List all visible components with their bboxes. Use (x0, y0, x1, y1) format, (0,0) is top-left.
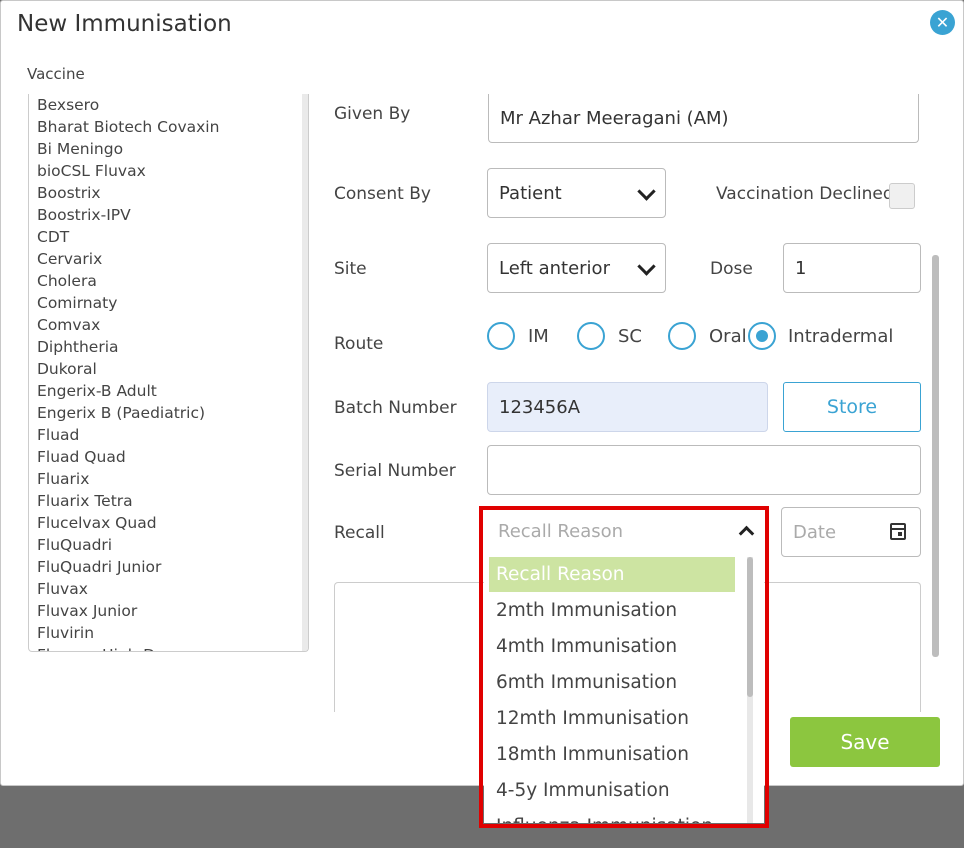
recall-label: Recall (334, 523, 385, 543)
chevron-down-icon (637, 257, 656, 276)
vaccine-list-item[interactable]: Dukoral (37, 358, 308, 380)
vaccine-list-item[interactable]: Boostrix (37, 182, 308, 204)
dose-label: Dose (710, 259, 753, 279)
vaccine-list-item[interactable]: FluQuadri (37, 534, 308, 556)
vaccine-list-item[interactable]: Cervarix (37, 248, 308, 270)
route-option-im: IM (528, 326, 549, 347)
vaccine-list-item[interactable]: Comirnaty (37, 292, 308, 314)
recall-option[interactable]: 18mth Immunisation (489, 737, 735, 772)
vaccine-list-item[interactable]: Bharat Biotech Covaxin (37, 116, 308, 138)
vaccine-list-item[interactable]: bioCSL Fluvax (37, 160, 308, 182)
store-button[interactable]: Store (783, 382, 921, 432)
route-radio-intradermal[interactable] (748, 322, 776, 350)
recall-option[interactable]: 4mth Immunisation (489, 629, 735, 664)
vaccine-list-item[interactable]: Boostrix-IPV (37, 204, 308, 226)
vaccine-list-item[interactable]: Fluzone High-Dose (37, 644, 308, 651)
dose-field[interactable]: 1 (783, 243, 921, 293)
dose-value: 1 (795, 257, 807, 279)
route-option-intradermal: Intradermal (788, 326, 894, 347)
route-option-sc: SC (618, 326, 642, 347)
vaccine-list-item[interactable]: Engerix-B Adult (37, 380, 308, 402)
vaccine-list-item[interactable]: Diphtheria (37, 336, 308, 358)
vaccination-declined-checkbox[interactable] (889, 183, 915, 209)
vaccine-list-item[interactable]: Fluvirin (37, 622, 308, 644)
vaccine-list-item[interactable]: Engerix B (Paediatric) (37, 402, 308, 424)
recall-reason-select[interactable]: Recall Reason (484, 511, 764, 551)
vaccine-list-item[interactable]: Fluvax Junior (37, 600, 308, 622)
vaccine-label: Vaccine (27, 65, 85, 83)
recall-reason-placeholder: Recall Reason (498, 520, 624, 542)
vaccine-list-item[interactable]: Fluad (37, 424, 308, 446)
given-by-label: Given By (334, 104, 411, 124)
site-label: Site (334, 259, 367, 279)
recall-menu-scrollbar-thumb[interactable] (747, 557, 753, 697)
recall-option[interactable]: 2mth Immunisation (489, 593, 735, 628)
recall-date-placeholder: Date (793, 521, 837, 543)
given-by-value: Mr Azhar Meeragani (AM) (500, 107, 729, 129)
vaccine-list-item[interactable]: Fluarix Tetra (37, 490, 308, 512)
recall-reason-menu: Recall Reason 2mth Immunisation 4mth Immun… (484, 551, 764, 823)
chevron-up-icon (738, 525, 755, 542)
serial-number-field[interactable] (487, 445, 921, 495)
form-scrollbar-thumb[interactable] (932, 255, 939, 657)
vaccine-list[interactable]: Bexsero Bharat Biotech Covaxin Bi Meningo b… (28, 94, 309, 652)
site-value: Left anterior (499, 257, 610, 279)
vaccine-list-item[interactable]: Bi Meningo (37, 138, 308, 160)
vaccine-list-item[interactable]: Fluarix (37, 468, 308, 490)
vaccine-list-item[interactable]: Fluvax (37, 578, 308, 600)
consent-by-select[interactable]: Patient (487, 168, 666, 218)
recall-option[interactable]: 12mth Immunisation (489, 701, 735, 736)
route-radio-oral[interactable] (668, 322, 696, 350)
route-radio-im[interactable] (487, 322, 515, 350)
given-by-field[interactable]: Mr Azhar Meeragani (AM) (488, 94, 919, 143)
save-button[interactable]: Save (790, 717, 940, 767)
consent-by-label: Consent By (334, 184, 431, 204)
vaccine-list-item[interactable]: Cholera (37, 270, 308, 292)
recall-option[interactable]: Recall Reason (489, 557, 735, 592)
batch-number-value: 123456A (499, 396, 581, 418)
vaccine-list-item[interactable]: Fluad Quad (37, 446, 308, 468)
vaccination-declined-label: Vaccination Declined (716, 184, 894, 204)
recall-option[interactable]: Influenza Immunisation (489, 809, 735, 823)
vaccine-list-scrollbar[interactable] (302, 94, 308, 651)
recall-option[interactable]: 6mth Immunisation (489, 665, 735, 700)
batch-number-field[interactable]: 123456A (487, 382, 768, 432)
batch-number-label: Batch Number (334, 398, 457, 418)
serial-number-label: Serial Number (334, 461, 456, 481)
chevron-down-icon (637, 182, 656, 201)
dialog-title: New Immunisation (17, 11, 232, 37)
vaccine-list-item[interactable]: Bexsero (37, 94, 308, 116)
site-select[interactable]: Left anterior (487, 243, 666, 293)
consent-by-value: Patient (499, 182, 562, 204)
route-radio-sc[interactable] (577, 322, 605, 350)
vaccine-list-item[interactable]: CDT (37, 226, 308, 248)
route-option-oral: Oral (709, 326, 747, 347)
recall-option[interactable]: 4-5y Immunisation (489, 773, 735, 808)
close-icon[interactable]: ✕ (930, 10, 955, 35)
recall-date-field[interactable]: Date (781, 507, 921, 557)
vaccine-list-item[interactable]: FluQuadri Junior (37, 556, 308, 578)
vaccine-list-item[interactable]: Flucelvax Quad (37, 512, 308, 534)
calendar-icon[interactable] (890, 523, 906, 540)
route-label: Route (334, 334, 384, 354)
vaccine-list-item[interactable]: Comvax (37, 314, 308, 336)
